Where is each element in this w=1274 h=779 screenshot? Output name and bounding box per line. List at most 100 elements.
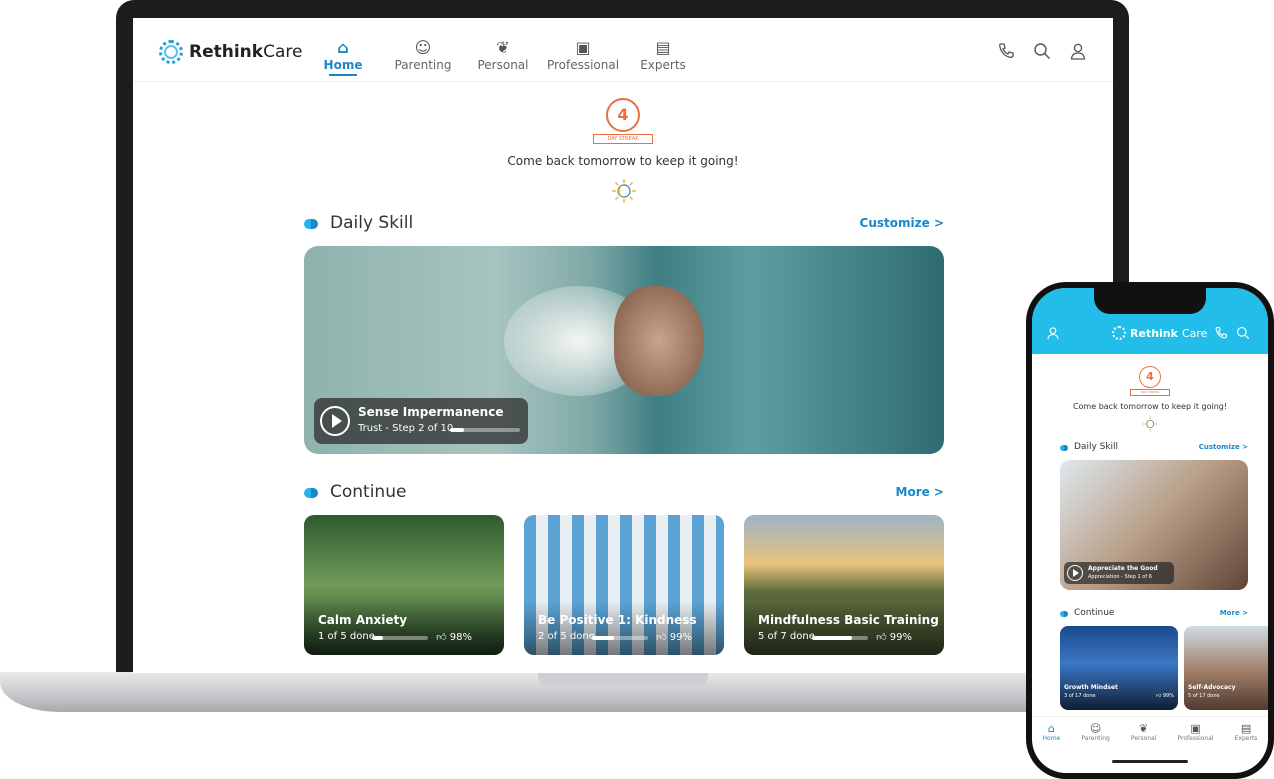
phone-screen: Rethink Care 4 DAY STREAK Come back tomor… xyxy=(1032,288,1268,773)
skill-title: Appreciate the Good xyxy=(1088,565,1158,572)
sun-moon-icon xyxy=(612,179,636,203)
customize-link[interactable]: Customize > xyxy=(1199,443,1248,451)
card-progress-text: 5 of 7 done xyxy=(758,631,815,642)
card-progress-text: 5 of 17 done xyxy=(1188,693,1220,699)
nav-item-personal[interactable]: ❦ Personal xyxy=(463,38,543,76)
nav-item-home[interactable]: ⌂ Home xyxy=(303,38,383,76)
phone-tab-bar: ⌂ Home ☺ Parenting ❦ Personal ▣ Professional… xyxy=(1032,716,1268,756)
tab-professional[interactable]: ▣ Professional xyxy=(1178,717,1214,756)
card-title: Calm Anxiety xyxy=(318,613,408,627)
phone-day-streak-badge: 4 DAY STREAK xyxy=(1128,366,1172,396)
card-title: Mindfulness Basic Training xyxy=(758,613,939,627)
experts-icon: ▤ xyxy=(1240,722,1252,735)
continue-card[interactable]: Mindfulness Basic Training 5 of 7 done 👍… xyxy=(744,515,944,655)
continue-header: Continue More > xyxy=(304,482,944,505)
tab-label: Home xyxy=(1042,735,1061,742)
logo-ring-icon xyxy=(159,40,183,64)
experts-icon: ▤ xyxy=(655,38,671,57)
phone-streak-message: Come back tomorrow to keep it going! xyxy=(1072,402,1228,411)
home-icon: ⌂ xyxy=(1047,722,1055,735)
play-icon[interactable] xyxy=(1067,565,1083,581)
card-shade xyxy=(304,601,504,655)
continue-cards: Calm Anxiety 1 of 5 done 👍︎ 98% Be Posit… xyxy=(304,515,944,655)
streak-count: 4 xyxy=(1139,366,1161,388)
top-navigation-bar: RethinkCare ⌂ Home ☺ Parenting ❦ Persona… xyxy=(133,18,1113,82)
skill-subtitle: Trust - Step 2 of 10 xyxy=(358,423,454,434)
section-title: Daily Skill xyxy=(1074,442,1119,452)
tab-personal[interactable]: ❦ Personal xyxy=(1131,717,1157,756)
card-rating-value: 99% xyxy=(1162,693,1174,699)
section-dot-icon xyxy=(1060,445,1068,451)
parenting-icon: ☺ xyxy=(414,38,432,57)
streak-message: Come back tomorrow to keep it going! xyxy=(507,154,739,168)
continue-card[interactable]: Be Positive 1: Kindness 2 of 5 done 👍︎ 9… xyxy=(524,515,724,655)
phone-continue-card[interactable]: Growth Mindset 3 of 17 done 👍︎ 99% xyxy=(1060,626,1178,710)
daily-skill-header: Daily Skill Customize > xyxy=(304,213,944,236)
card-progress-fill xyxy=(592,636,615,640)
play-icon[interactable] xyxy=(320,406,350,436)
phone-continue-header: Continue More > xyxy=(1060,608,1248,620)
brand-name: RethinkCare xyxy=(189,42,303,62)
brand-logo[interactable]: RethinkCare xyxy=(159,40,302,64)
user-icon[interactable] xyxy=(1046,326,1060,340)
brand-name: RethinkCare xyxy=(1130,326,1208,340)
search-icon[interactable] xyxy=(1236,326,1250,340)
nav-label: Personal xyxy=(477,58,529,72)
nav-label: Professional xyxy=(546,58,620,72)
phone-icon[interactable] xyxy=(997,42,1015,60)
user-icon[interactable] xyxy=(1069,42,1087,60)
logo-ring-icon xyxy=(1112,326,1126,340)
card-rating: 👍︎ 98% xyxy=(436,631,472,643)
phone-daily-skill-header: Daily Skill Customize > xyxy=(1060,442,1248,454)
more-link[interactable]: More > xyxy=(1220,609,1248,617)
card-rating-value: 98% xyxy=(449,632,472,643)
leaf-icon: ❦ xyxy=(496,38,510,57)
card-progress-bar xyxy=(372,636,428,640)
tab-label: Parenting xyxy=(1081,735,1110,742)
nav-label: Parenting xyxy=(394,58,452,72)
phone-notch xyxy=(1094,288,1206,314)
card-progress-text: 2 of 5 done xyxy=(538,631,595,642)
parenting-icon: ☺ xyxy=(1089,722,1102,735)
skill-player: Appreciate the Good Appreciation - Step … xyxy=(1064,562,1174,584)
skill-subtitle: Appreciation - Step 1 of 6 xyxy=(1088,574,1152,580)
phone-continue-card[interactable]: Self-Advocacy 5 of 17 done xyxy=(1184,626,1268,710)
phone-brand-logo[interactable]: Rethink Care xyxy=(1112,326,1207,340)
nav-item-professional[interactable]: ▣ Professional xyxy=(543,38,623,76)
thumbs-up-icon: 👍︎ xyxy=(436,632,450,643)
card-rating: 👍︎ 99% xyxy=(1156,693,1174,699)
card-title: Be Positive 1: Kindness xyxy=(538,613,697,627)
laptop-screen: RethinkCare ⌂ Home ☺ Parenting ❦ Persona… xyxy=(133,18,1113,673)
streak-ribbon: DAY STREAK xyxy=(593,134,653,144)
thumbs-up-icon: 👍︎ xyxy=(656,632,670,643)
daily-skill-card[interactable]: Sense Impermanence Trust - Step 2 of 10 xyxy=(304,246,944,454)
laptop-trackpad-notch xyxy=(538,672,708,686)
tab-experts[interactable]: ▤ Experts xyxy=(1235,717,1258,756)
more-link[interactable]: More > xyxy=(896,485,944,499)
leaf-icon: ❦ xyxy=(1139,722,1149,735)
tab-home[interactable]: ⌂ Home xyxy=(1043,717,1061,756)
nav-item-parenting[interactable]: ☺ Parenting xyxy=(383,38,463,76)
search-icon[interactable] xyxy=(1033,42,1051,60)
section-title: Continue xyxy=(1074,608,1115,618)
day-streak-badge: 4 DAY STREAK xyxy=(593,98,653,144)
section-title: Continue xyxy=(330,482,407,502)
card-progress-text: 3 of 17 done xyxy=(1064,693,1096,699)
phone-icon[interactable] xyxy=(1214,326,1228,340)
home-indicator xyxy=(1112,760,1188,763)
nav-item-experts[interactable]: ▤ Experts xyxy=(623,38,703,76)
card-progress-bar xyxy=(592,636,648,640)
card-progress-fill xyxy=(812,636,852,640)
card-rating-value: 99% xyxy=(889,632,912,643)
header-actions xyxy=(997,42,1087,60)
phone-daily-skill-card[interactable]: Appreciate the Good Appreciation - Step … xyxy=(1060,460,1248,590)
section-dot-icon xyxy=(1060,611,1068,617)
card-title: Growth Mindset xyxy=(1064,684,1118,691)
section-dot-icon xyxy=(304,488,318,498)
thumbs-up-icon: 👍︎ xyxy=(876,632,890,643)
tab-parenting[interactable]: ☺ Parenting xyxy=(1081,717,1110,756)
home-icon: ⌂ xyxy=(337,38,349,57)
customize-link[interactable]: Customize > xyxy=(860,216,944,230)
continue-card[interactable]: Calm Anxiety 1 of 5 done 👍︎ 98% xyxy=(304,515,504,655)
main-nav: ⌂ Home ☺ Parenting ❦ Personal ▣ Professi… xyxy=(303,38,703,76)
